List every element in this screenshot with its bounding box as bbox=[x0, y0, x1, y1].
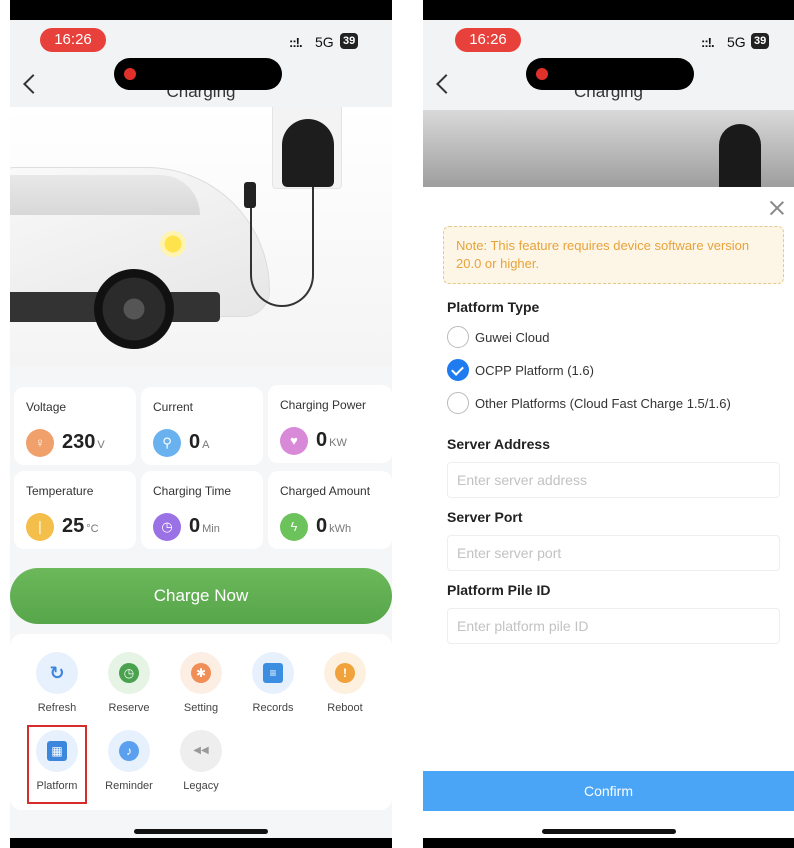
metric-value: 0 Min bbox=[189, 515, 220, 537]
tool-label: Legacy bbox=[183, 780, 219, 792]
redaction-bar bbox=[526, 58, 694, 90]
charge-port-icon bbox=[160, 231, 186, 257]
metrics-grid: Voltage ♀ 230 V Current ⚲ 0A Charging Pow… bbox=[10, 375, 392, 550]
tool-label: Setting bbox=[183, 702, 219, 714]
bolt-icon: ϟ bbox=[280, 513, 308, 541]
metric-value: 230 V bbox=[62, 431, 105, 453]
radio-unchecked-icon bbox=[447, 326, 469, 348]
battery-icon: 39 bbox=[340, 33, 359, 49]
refresh-icon: ↻ bbox=[49, 663, 65, 683]
home-indicator[interactable] bbox=[541, 829, 676, 834]
metric-charging-power: Charging Power ♥ 0 KW bbox=[268, 385, 392, 463]
signal-icon: ::!. bbox=[701, 35, 715, 50]
voltage-icon: ♀ bbox=[26, 429, 54, 457]
radio-checked-icon bbox=[447, 359, 469, 381]
tools-panel: ↻ Refresh ◷ Reserve ✱ Setting ≡ Records … bbox=[10, 634, 392, 810]
home-indicator[interactable] bbox=[134, 829, 268, 834]
tool-label: Reminder bbox=[105, 780, 153, 792]
warning-icon: ! bbox=[335, 663, 355, 683]
charge-now-button[interactable]: Charge Now bbox=[10, 568, 392, 624]
recording-dot-icon bbox=[536, 68, 548, 80]
current-icon: ⚲ bbox=[153, 429, 181, 457]
bell-icon: ♪ bbox=[119, 741, 139, 761]
car-window bbox=[10, 175, 200, 215]
tool-label: Refresh bbox=[37, 702, 77, 714]
software-version-note: Note: This feature requires device softw… bbox=[443, 226, 784, 284]
tool-reserve[interactable]: ◷ Reserve bbox=[94, 652, 164, 714]
temperature-icon: ❘ bbox=[26, 513, 54, 541]
radio-ocpp-platform[interactable]: OCPP Platform (1.6) bbox=[447, 359, 627, 383]
metric-charging-time: Charging Time ◷ 0 Min bbox=[141, 471, 263, 549]
charging-cable bbox=[250, 187, 314, 307]
network-type: 5G bbox=[315, 34, 334, 50]
bottom-black-bar bbox=[423, 838, 794, 848]
gear-icon: ✱ bbox=[191, 663, 211, 683]
metric-value: 0 kWh bbox=[316, 515, 352, 537]
confirm-button[interactable]: Confirm bbox=[423, 771, 794, 811]
pile-id-input[interactable] bbox=[447, 608, 780, 644]
metric-label: Voltage bbox=[26, 400, 67, 414]
metric-label: Charged Amount bbox=[280, 484, 371, 498]
metric-temperature: Temperature ❘ 25 °C bbox=[14, 471, 136, 549]
server-address-input[interactable] bbox=[447, 462, 780, 498]
left-phone-screen: 16:26 ::!. 5G 39 Charging Voltage ♀ 230 V… bbox=[10, 0, 392, 848]
signal-icon: ::!. bbox=[289, 35, 303, 50]
bottom-black-bar bbox=[10, 838, 392, 848]
metric-label: Charging Time bbox=[153, 484, 232, 498]
radio-label: Other Platforms (Cloud Fast Charge 1.5/1… bbox=[475, 396, 731, 411]
recording-dot-icon bbox=[124, 68, 136, 80]
status-bar: 16:26 ::!. 5G 39 bbox=[10, 20, 392, 62]
server-port-title: Server Port bbox=[447, 509, 523, 525]
metric-label: Charging Power bbox=[280, 398, 367, 412]
platform-type-title: Platform Type bbox=[447, 299, 540, 315]
metric-value: 25 °C bbox=[62, 515, 99, 537]
rewind-icon: ◀◀ bbox=[193, 745, 209, 756]
radio-guwei-cloud[interactable]: Guwei Cloud bbox=[447, 326, 587, 350]
redaction-bar bbox=[114, 58, 282, 90]
radio-label: OCPP Platform (1.6) bbox=[475, 363, 594, 378]
charger-icon bbox=[282, 119, 334, 187]
tool-reminder[interactable]: ♪ Reminder bbox=[94, 730, 164, 792]
status-time: 16:26 bbox=[40, 28, 106, 52]
metric-voltage: Voltage ♀ 230 V bbox=[14, 387, 136, 465]
network-type: 5G bbox=[727, 34, 746, 50]
tool-label: Reserve bbox=[108, 702, 150, 714]
right-phone-screen: 16:26 ::!. 5G 39 Charging Note: This fea… bbox=[423, 0, 794, 848]
tool-reboot[interactable]: ! Reboot bbox=[310, 652, 380, 714]
clock-icon: ◷ bbox=[119, 663, 139, 683]
top-black-bar bbox=[423, 0, 794, 20]
metric-label: Current bbox=[153, 400, 194, 414]
battery-icon: 39 bbox=[751, 33, 770, 49]
charging-nozzle bbox=[244, 182, 256, 208]
status-bar: 16:26 ::!. 5G 39 bbox=[423, 20, 794, 62]
car-hero-image bbox=[10, 107, 392, 367]
metric-value: 0 KW bbox=[316, 429, 347, 451]
server-port-input[interactable] bbox=[447, 535, 780, 571]
metric-label: Temperature bbox=[26, 484, 94, 498]
pile-id-title: Platform Pile ID bbox=[447, 582, 551, 598]
radio-other-platforms[interactable]: Other Platforms (Cloud Fast Charge 1.5/1… bbox=[447, 392, 767, 416]
car-wheel-icon bbox=[94, 269, 174, 349]
dimmed-hero-image bbox=[423, 110, 794, 187]
tool-label: Reboot bbox=[327, 702, 363, 714]
metric-current: Current ⚲ 0A bbox=[141, 387, 263, 465]
tool-label: Records bbox=[252, 702, 294, 714]
tool-setting[interactable]: ✱ Setting bbox=[166, 652, 236, 714]
clock-icon: ◷ bbox=[153, 513, 181, 541]
server-address-title: Server Address bbox=[447, 436, 550, 452]
tool-refresh[interactable]: ↻ Refresh bbox=[22, 652, 92, 714]
status-time: 16:26 bbox=[455, 28, 521, 52]
radio-label: Guwei Cloud bbox=[475, 330, 550, 345]
top-black-bar bbox=[10, 0, 392, 20]
tool-legacy[interactable]: ◀◀ Legacy bbox=[166, 730, 236, 792]
power-icon: ♥ bbox=[280, 427, 308, 455]
platform-highlight-box bbox=[27, 725, 87, 804]
charger-icon bbox=[719, 124, 761, 187]
tool-records[interactable]: ≡ Records bbox=[238, 652, 308, 714]
close-icon[interactable] bbox=[768, 199, 786, 217]
metric-value: 0A bbox=[189, 431, 210, 453]
document-icon: ≡ bbox=[263, 663, 283, 683]
radio-unchecked-icon bbox=[447, 392, 469, 414]
metric-charged-amount: Charged Amount ϟ 0 kWh bbox=[268, 471, 392, 549]
